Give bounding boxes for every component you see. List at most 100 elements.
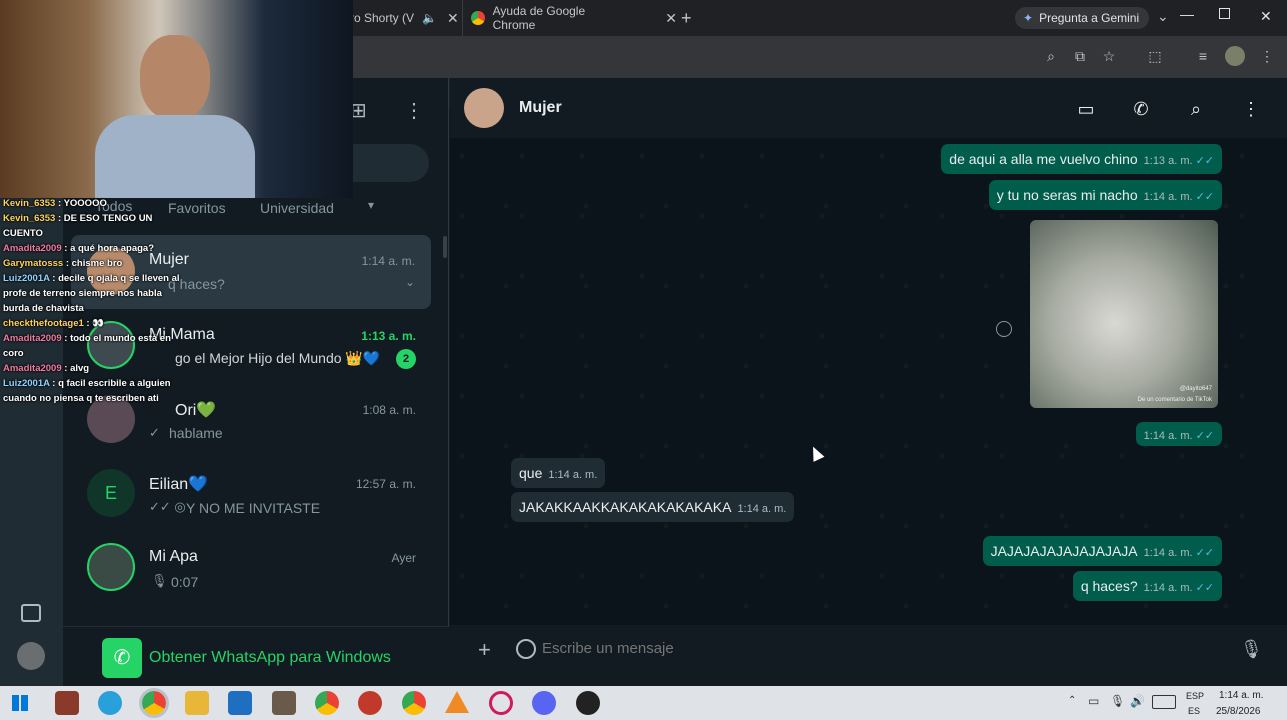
emoji-sticker-icon[interactable] xyxy=(516,639,536,659)
chat-line: Amadita2009 : todo el mundo está en coro xyxy=(3,333,171,359)
read-ticks-icon: ✓✓ xyxy=(1195,155,1214,167)
chat-preview: 0:07 xyxy=(171,574,199,590)
message-time: 1:14 a. m. xyxy=(1143,430,1193,442)
close-window-button[interactable]: ✕ xyxy=(1260,8,1272,25)
message-composer: + 🎙 xyxy=(450,625,1287,686)
volume-icon[interactable]: 🔊 xyxy=(1130,694,1145,708)
close-icon[interactable]: ✕ xyxy=(447,10,459,27)
tab-search-icon[interactable]: ⌄ xyxy=(1157,8,1169,25)
windows-start-icon[interactable] xyxy=(12,695,28,711)
video-call-icon[interactable]: ▭ xyxy=(1075,98,1097,120)
zoom-icon[interactable]: ⌕ xyxy=(1041,46,1061,66)
image-handle: @dayito647 xyxy=(1179,386,1212,392)
google-icon xyxy=(471,11,485,25)
message-input[interactable] xyxy=(542,636,1222,660)
chat-preview: Y NO ME INVITASTE xyxy=(186,500,321,516)
filter-universidad[interactable]: Universidad xyxy=(260,200,334,216)
chat-row-mi-apa[interactable]: Mi Apa Ayer 🎙 0:07 xyxy=(63,531,441,605)
app-icon[interactable] xyxy=(358,691,382,715)
vlc-icon[interactable] xyxy=(445,691,469,713)
microphone-icon[interactable]: 🎙 xyxy=(1240,639,1263,660)
app-icon[interactable] xyxy=(272,691,296,715)
menu-icon[interactable]: ⋮ xyxy=(404,98,424,123)
chat-line: Luiz2001A : q facil escribile a alguien … xyxy=(3,378,171,404)
maximize-button[interactable] xyxy=(1219,8,1230,19)
message-time: 1:13 a. m. xyxy=(1143,155,1193,167)
tab-chrome-help[interactable]: Ayuda de Google Chrome ✕ xyxy=(462,0,677,36)
scrollbar[interactable] xyxy=(443,236,447,258)
chat-line: Luiz2001A : decile q ojala q se lleven a… xyxy=(3,273,180,314)
get-app-banner[interactable]: ✆ Obtener WhatsApp para Windows xyxy=(63,626,449,686)
chat-time: Ayer xyxy=(391,551,416,565)
telegram-icon[interactable] xyxy=(98,691,122,715)
image-message[interactable]: @dayito647 De un comentario de TikTok xyxy=(1030,220,1218,408)
game-app-icon[interactable] xyxy=(55,691,79,715)
chat-row-eilian[interactable]: E Eilian💙 12:57 a. m. ✓✓ ◎ Y NO ME INVIT… xyxy=(63,457,441,531)
user-avatar[interactable] xyxy=(17,642,45,670)
conversation-menu-icon[interactable]: ⋮ xyxy=(1240,98,1262,120)
microphone-tray-icon[interactable]: 🎙 xyxy=(1110,694,1125,708)
gemini-icon: ✦ xyxy=(1023,11,1034,25)
bookmark-star-icon[interactable]: ☆ xyxy=(1099,46,1119,66)
network-icon[interactable]: ▭ xyxy=(1088,694,1099,708)
streamer-face xyxy=(140,35,210,120)
chrome-profile-icon[interactable] xyxy=(402,691,426,715)
clock-time[interactable]: 1:14 a. m. xyxy=(1219,690,1263,701)
contact-name[interactable]: Mujer xyxy=(519,99,562,117)
chat-time: 12:57 a. m. xyxy=(355,477,416,491)
attach-plus-icon[interactable]: + xyxy=(478,637,491,663)
chat-name: Eilian💙 xyxy=(149,476,209,493)
message-text: JAKAKKAAKKAKAKAKAKAKAKA xyxy=(519,499,732,515)
mouse-cursor xyxy=(807,444,825,462)
keyboard-icon[interactable] xyxy=(1152,695,1176,709)
sent-tick-icon: ✓ xyxy=(149,425,160,440)
chat-line: Garymatosss : chisme bro xyxy=(3,258,123,269)
conversation-header[interactable]: Mujer ▭ ✆ ⌕ ⋮ xyxy=(450,78,1287,138)
chrome-profile-icon[interactable] xyxy=(315,691,339,715)
message-time: 1:14 a. m. xyxy=(737,503,787,515)
new-tab-button[interactable]: + xyxy=(681,8,692,29)
discord-icon[interactable] xyxy=(532,691,556,715)
read-ticks-icon: ✓✓ xyxy=(1195,191,1214,203)
message-outgoing[interactable]: y tu no seras mi nacho 1:14 a. m. ✓✓ xyxy=(988,180,1222,210)
language-bottom[interactable]: ES xyxy=(1188,706,1200,716)
chrome-icon[interactable] xyxy=(139,688,169,718)
message-outgoing[interactable]: de aqui a alla me vuelvo chino 1:13 a. m.… xyxy=(941,144,1222,174)
search-icon[interactable]: ⌕ xyxy=(1185,98,1207,120)
extensions-icon[interactable]: ⬚ xyxy=(1145,46,1165,66)
react-emoji-icon[interactable] xyxy=(996,321,1012,337)
message-outgoing[interactable]: JAJAJAJAJAJAJAJAJA 1:14 a. m. ✓✓ xyxy=(982,536,1222,566)
message-text: de aqui a alla me vuelvo chino xyxy=(949,151,1138,167)
message-outgoing[interactable]: q haces? 1:14 a. m. ✓✓ xyxy=(1072,571,1222,601)
chrome-menu-icon[interactable]: ⋮ xyxy=(1257,46,1277,66)
gemini-button[interactable]: ✦ Pregunta a Gemini xyxy=(1015,7,1150,29)
app-icon[interactable] xyxy=(489,691,513,715)
clock-date[interactable]: 25/8/2026 xyxy=(1216,706,1261,717)
conversation-panel: Mujer ▭ ✆ ⌕ ⋮ de aqui a alla me vuelvo c… xyxy=(450,78,1287,686)
tab-title: Ayuda de Google Chrome xyxy=(492,4,586,32)
get-app-label[interactable]: Obtener WhatsApp para Windows xyxy=(149,649,391,667)
minimize-button[interactable]: — xyxy=(1180,6,1194,22)
file-explorer-icon[interactable] xyxy=(185,691,209,715)
chevron-down-icon[interactable]: ▾ xyxy=(368,198,374,212)
message-incoming[interactable]: JAKAKKAAKKAKAKAKAKAKAKA 1:14 a. m. xyxy=(511,492,795,522)
windows-taskbar: ⌃ ▭ 🎙 🔊 ESP ES 1:14 a. m. 25/8/2026 xyxy=(0,686,1287,720)
tray-overflow-icon[interactable]: ⌃ xyxy=(1068,695,1076,706)
install-app-icon[interactable]: ⧉ xyxy=(1070,46,1090,66)
message-time: 1:14 a. m. xyxy=(1143,547,1193,559)
contact-avatar[interactable] xyxy=(464,88,504,128)
chat-name: Ori💚 xyxy=(175,402,217,419)
read-ticks-icon: ✓✓ xyxy=(1195,430,1214,442)
language-top[interactable]: ESP xyxy=(1186,691,1204,701)
media-gallery-icon[interactable] xyxy=(21,604,41,622)
obs-icon[interactable] xyxy=(576,691,600,715)
media-icon[interactable]: ≡ xyxy=(1193,46,1213,66)
close-icon[interactable]: ✕ xyxy=(665,10,677,27)
chevron-down-icon[interactable]: ⌄ xyxy=(405,275,415,289)
message-incoming[interactable]: que 1:14 a. m. xyxy=(511,458,606,488)
phone-icon[interactable]: ✆ xyxy=(1130,98,1152,120)
chat-name: Mi Apa xyxy=(149,548,198,565)
profile-avatar[interactable] xyxy=(1225,46,1245,66)
tab-shorty[interactable]: ro Shorty (V 🔈 ✕ xyxy=(350,0,460,36)
store-app-icon[interactable] xyxy=(228,691,252,715)
